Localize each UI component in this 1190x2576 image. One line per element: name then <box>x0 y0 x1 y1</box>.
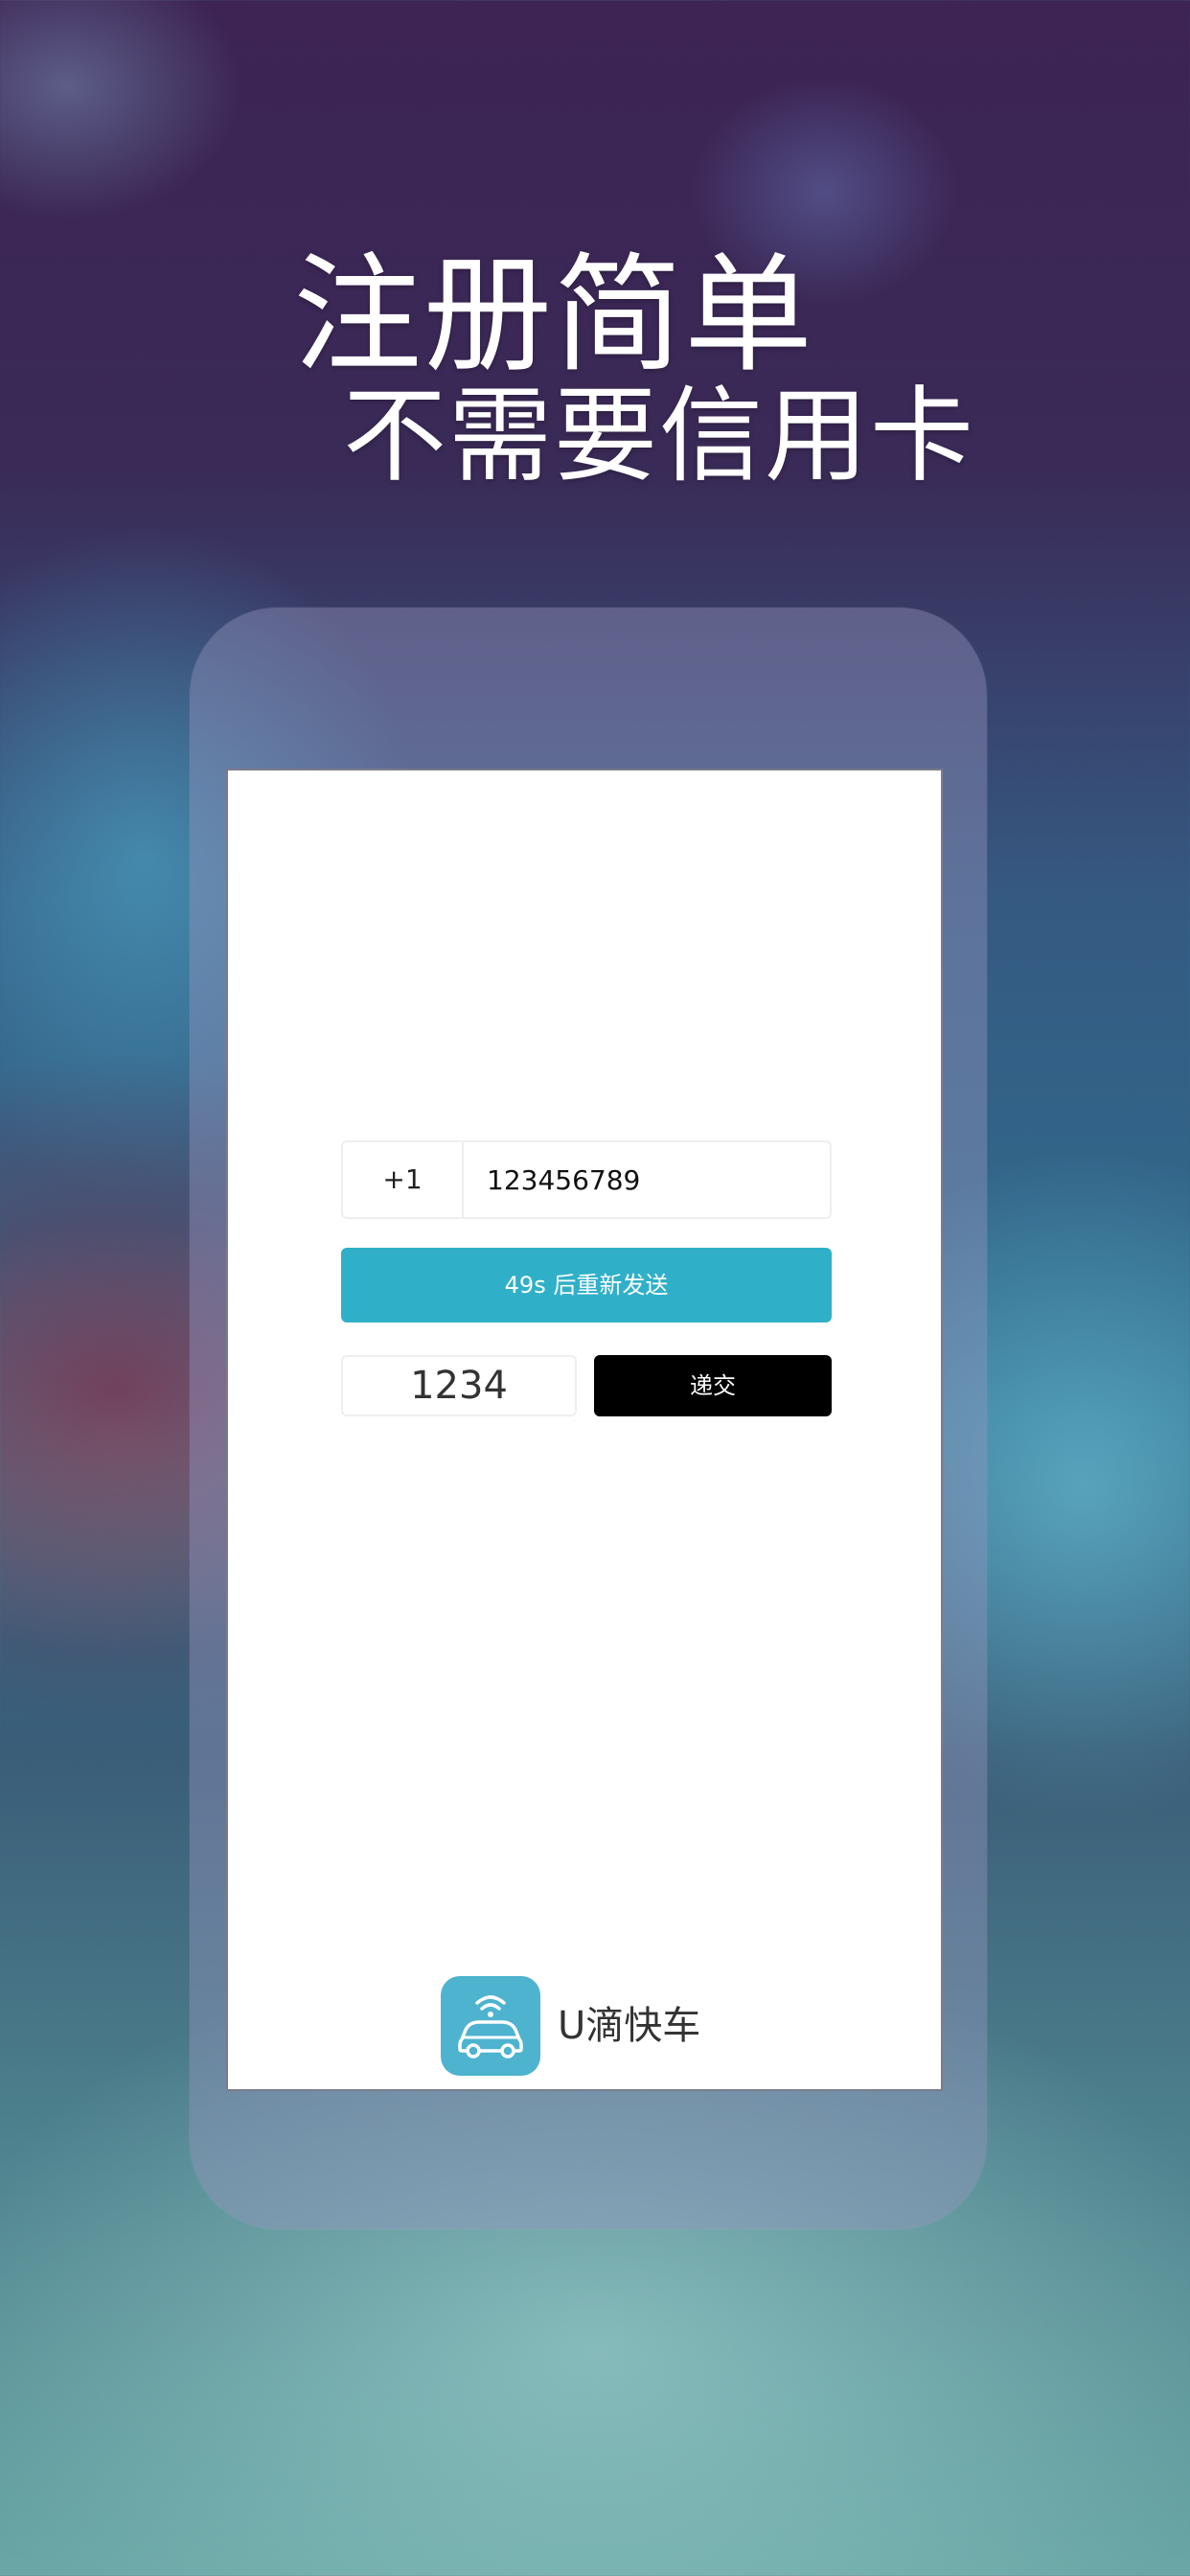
phone-screen: +1 49s 后重新发送 递交 U滴快车 <box>226 769 943 2091</box>
country-code-selector[interactable]: +1 <box>343 1142 464 1217</box>
headline-subtitle: 不需要信用卡 <box>343 377 976 496</box>
phone-number-input[interactable] <box>464 1142 851 1217</box>
submit-button[interactable]: 递交 <box>594 1355 832 1416</box>
resend-code-button[interactable]: 49s 后重新发送 <box>341 1248 832 1322</box>
app-name-label: U滴快车 <box>558 2004 701 2048</box>
phone-number-row: +1 <box>341 1140 851 1219</box>
car-wifi-icon <box>441 1976 540 2076</box>
verification-code-input[interactable] <box>341 1355 577 1416</box>
